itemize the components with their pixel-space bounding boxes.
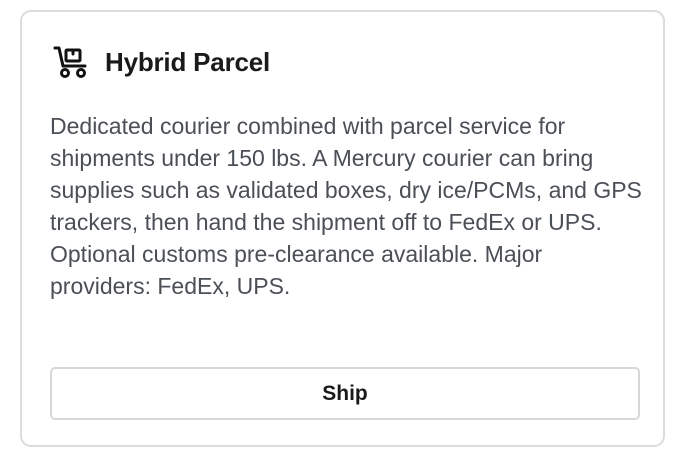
ship-button[interactable]: Ship (50, 367, 640, 420)
hand-truck-icon (53, 44, 89, 80)
card-description: Dedicated courier combined with parcel s… (50, 113, 642, 299)
card-header: Hybrid Parcel (53, 44, 270, 80)
shipping-option-card: Hybrid Parcel Dedicated courier combined… (20, 10, 665, 447)
card-title: Hybrid Parcel (105, 46, 271, 77)
